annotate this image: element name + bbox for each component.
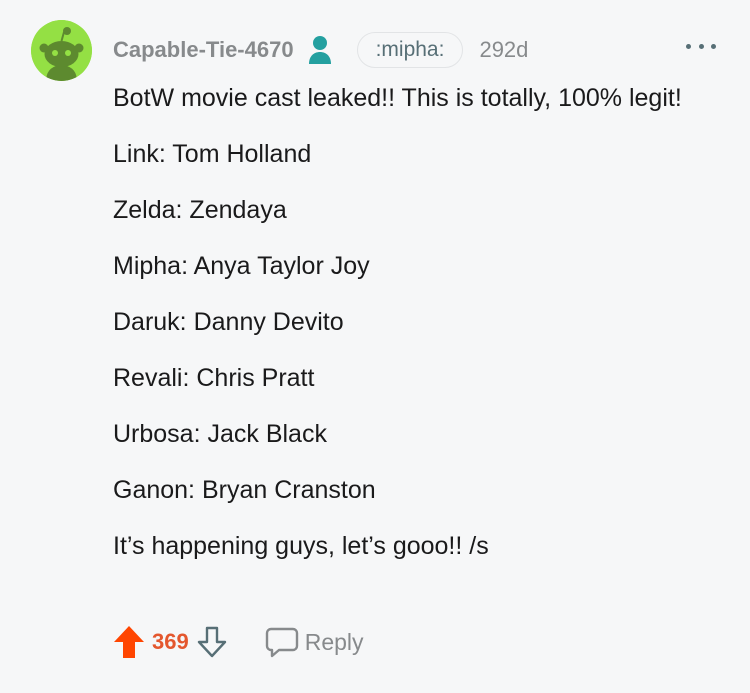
user-icon [308,36,331,64]
comment-paragraph: Mipha: Anya Taylor Joy [113,252,370,280]
comment-actions: 369 Reply [113,622,364,662]
comment-paragraph: Zelda: Zendaya [113,196,287,224]
username[interactable]: Capable-Tie-4670 [113,37,294,63]
comment-paragraph: It’s happening guys, let’s gooo!! /s [113,532,489,560]
dot-icon [698,43,704,49]
chat-bubble-icon [265,627,298,658]
comment-paragraph: BotW movie cast leaked!! This is totally… [113,84,682,112]
upvote-icon[interactable] [113,625,145,659]
comment: Capable-Tie-4670 :mipha: 292d BotW movie… [0,0,750,693]
vote-score: 369 [152,629,189,654]
reply-label: Reply [304,628,364,655]
comment-paragraph: Ganon: Bryan Cranston [113,476,376,504]
comment-body: BotW movie cast leaked!! This is totally… [113,80,723,584]
reply-button[interactable]: Reply [265,626,364,658]
comment-paragraph: Revali: Chris Pratt [113,364,315,392]
comment-paragraph: Daruk: Danny Devito [113,308,344,336]
dot-icon [686,43,691,49]
timestamp[interactable]: 292d [479,37,528,63]
comment-paragraph: Urbosa: Jack Black [113,420,327,448]
user-flair: :mipha: [356,32,464,68]
comment-header: Capable-Tie-4670 :mipha: 292d [113,31,528,69]
downvote-icon[interactable] [197,626,227,658]
snoo-avatar-icon [31,20,92,81]
more-options-button[interactable] [686,36,716,56]
dot-icon [711,43,716,49]
avatar[interactable] [31,20,92,81]
comment-paragraph: Link: Tom Holland [113,140,312,168]
